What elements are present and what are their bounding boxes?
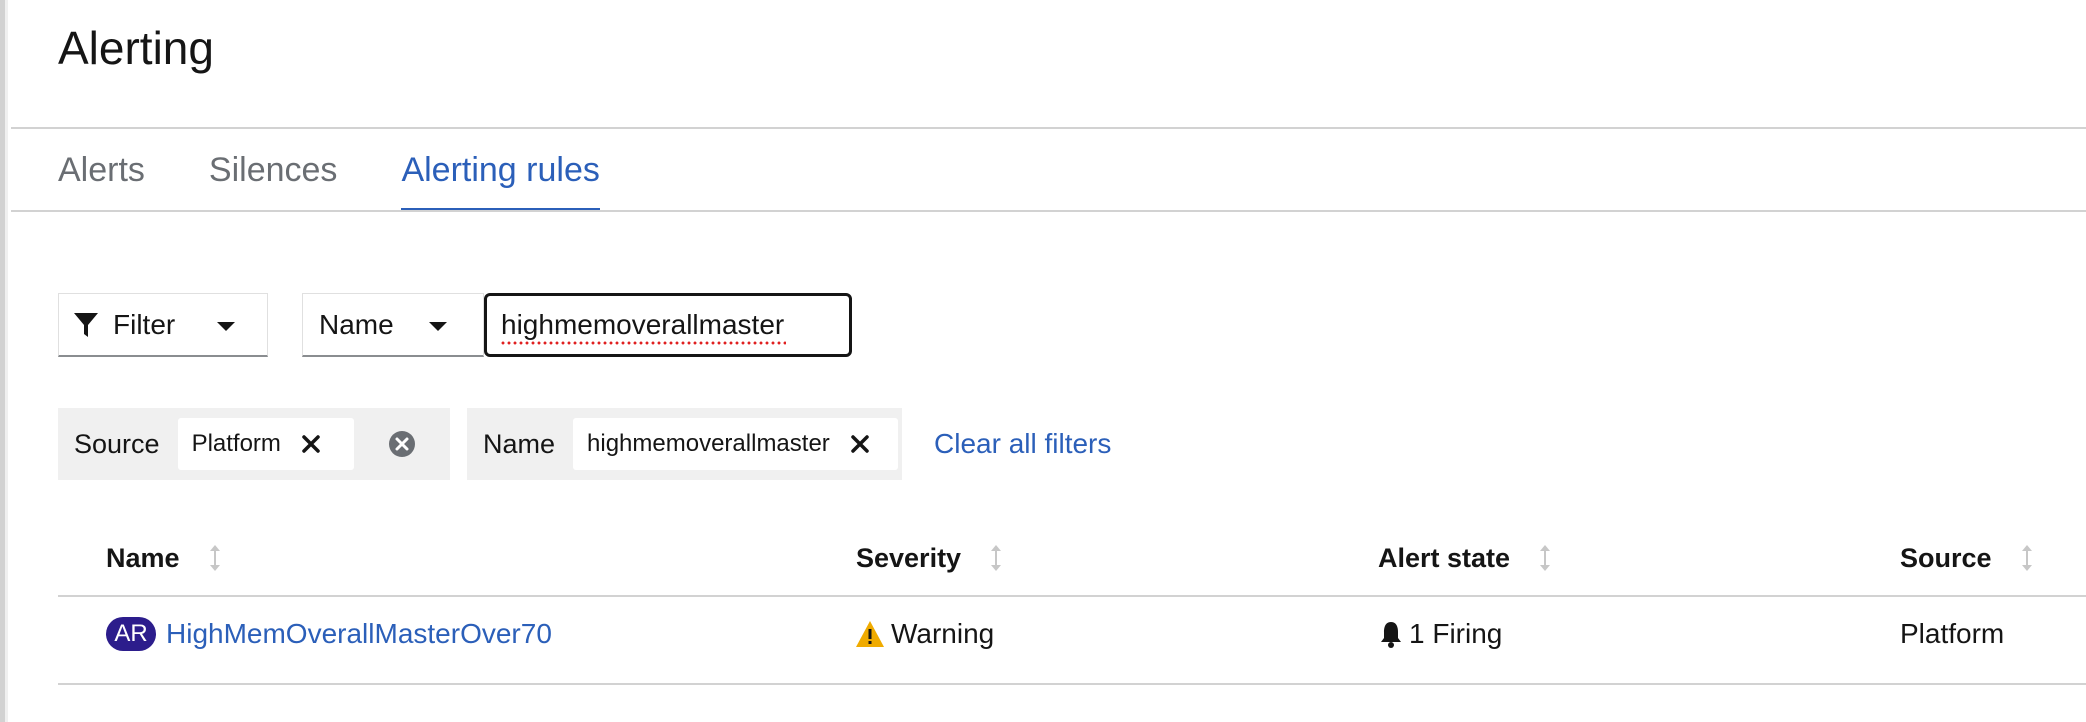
tabs-divider (11, 210, 2086, 212)
name-chip: highmemoverallmaster (573, 418, 899, 470)
rule-name-link[interactable]: HighMemOverallMasterOver70 (166, 618, 552, 650)
sort-icon (1540, 545, 1551, 571)
alerting-rule-badge: AR (106, 617, 156, 651)
name-group-label: Name (483, 428, 556, 459)
caret-down-icon (429, 322, 447, 331)
source-filter-group: Source Platform (58, 408, 450, 480)
bell-icon (1381, 622, 1401, 648)
filter-dropdown[interactable]: Filter (58, 293, 268, 357)
column-header-severity-label: Severity (856, 543, 962, 573)
clear-all-filters-link[interactable]: Clear all filters (934, 424, 1111, 464)
sort-icon (2021, 545, 2032, 571)
source-label: Platform (1900, 618, 2005, 649)
attribute-dropdown-label: Name (319, 308, 394, 340)
tab-silences[interactable]: Silences (209, 129, 338, 211)
filter-icon (74, 312, 98, 337)
column-header-name[interactable]: Name (106, 536, 222, 580)
tab-alerting-rules[interactable]: Alerting rules (401, 129, 601, 212)
column-header-source-label: Source (1900, 543, 1992, 573)
caret-down-icon (217, 322, 235, 331)
left-rail (0, 0, 8, 722)
tab-bar: Alerts Silences Alerting rules (58, 129, 601, 212)
column-header-name-label: Name (106, 543, 180, 573)
page-title: Alerting (58, 22, 214, 74)
severity-label: Warning (891, 618, 995, 649)
table-row-divider (58, 683, 2086, 685)
spellcheck-underline (501, 341, 786, 345)
warning-icon (856, 621, 884, 647)
source-group-label: Source (74, 428, 160, 459)
table-header-divider (58, 595, 2086, 597)
close-icon[interactable] (850, 434, 870, 454)
column-header-source[interactable]: Source (1900, 536, 2034, 580)
column-header-alert-state-label: Alert state (1378, 543, 1511, 573)
close-circle-icon[interactable] (388, 430, 416, 458)
close-icon[interactable] (301, 434, 321, 454)
name-filter-group: Name highmemoverallmaster (467, 408, 902, 480)
source-cell: Platform (1900, 612, 2004, 656)
attribute-dropdown[interactable]: Name (302, 293, 484, 357)
name-search-input[interactable] (484, 293, 852, 357)
tab-alerts[interactable]: Alerts (58, 129, 145, 211)
name-chip-label: highmemoverallmaster (587, 430, 830, 457)
sort-icon (209, 545, 220, 571)
severity-cell: Warning (855, 612, 994, 656)
alert-state-cell: 1 Firing (1379, 612, 1502, 656)
column-header-severity[interactable]: Severity (856, 536, 1003, 580)
sort-icon (991, 545, 1002, 571)
column-header-alert-state[interactable]: Alert state (1378, 536, 1552, 580)
alert-state-label: 1 Firing (1409, 618, 1503, 649)
alerting-page: Alerting Alerts Silences Alerting rules … (0, 0, 2086, 722)
filter-dropdown-label: Filter (113, 308, 176, 340)
rule-name-cell: AR HighMemOverallMasterOver70 (106, 612, 552, 656)
source-chip-label: Platform (191, 430, 281, 457)
source-chip: Platform (177, 418, 354, 470)
